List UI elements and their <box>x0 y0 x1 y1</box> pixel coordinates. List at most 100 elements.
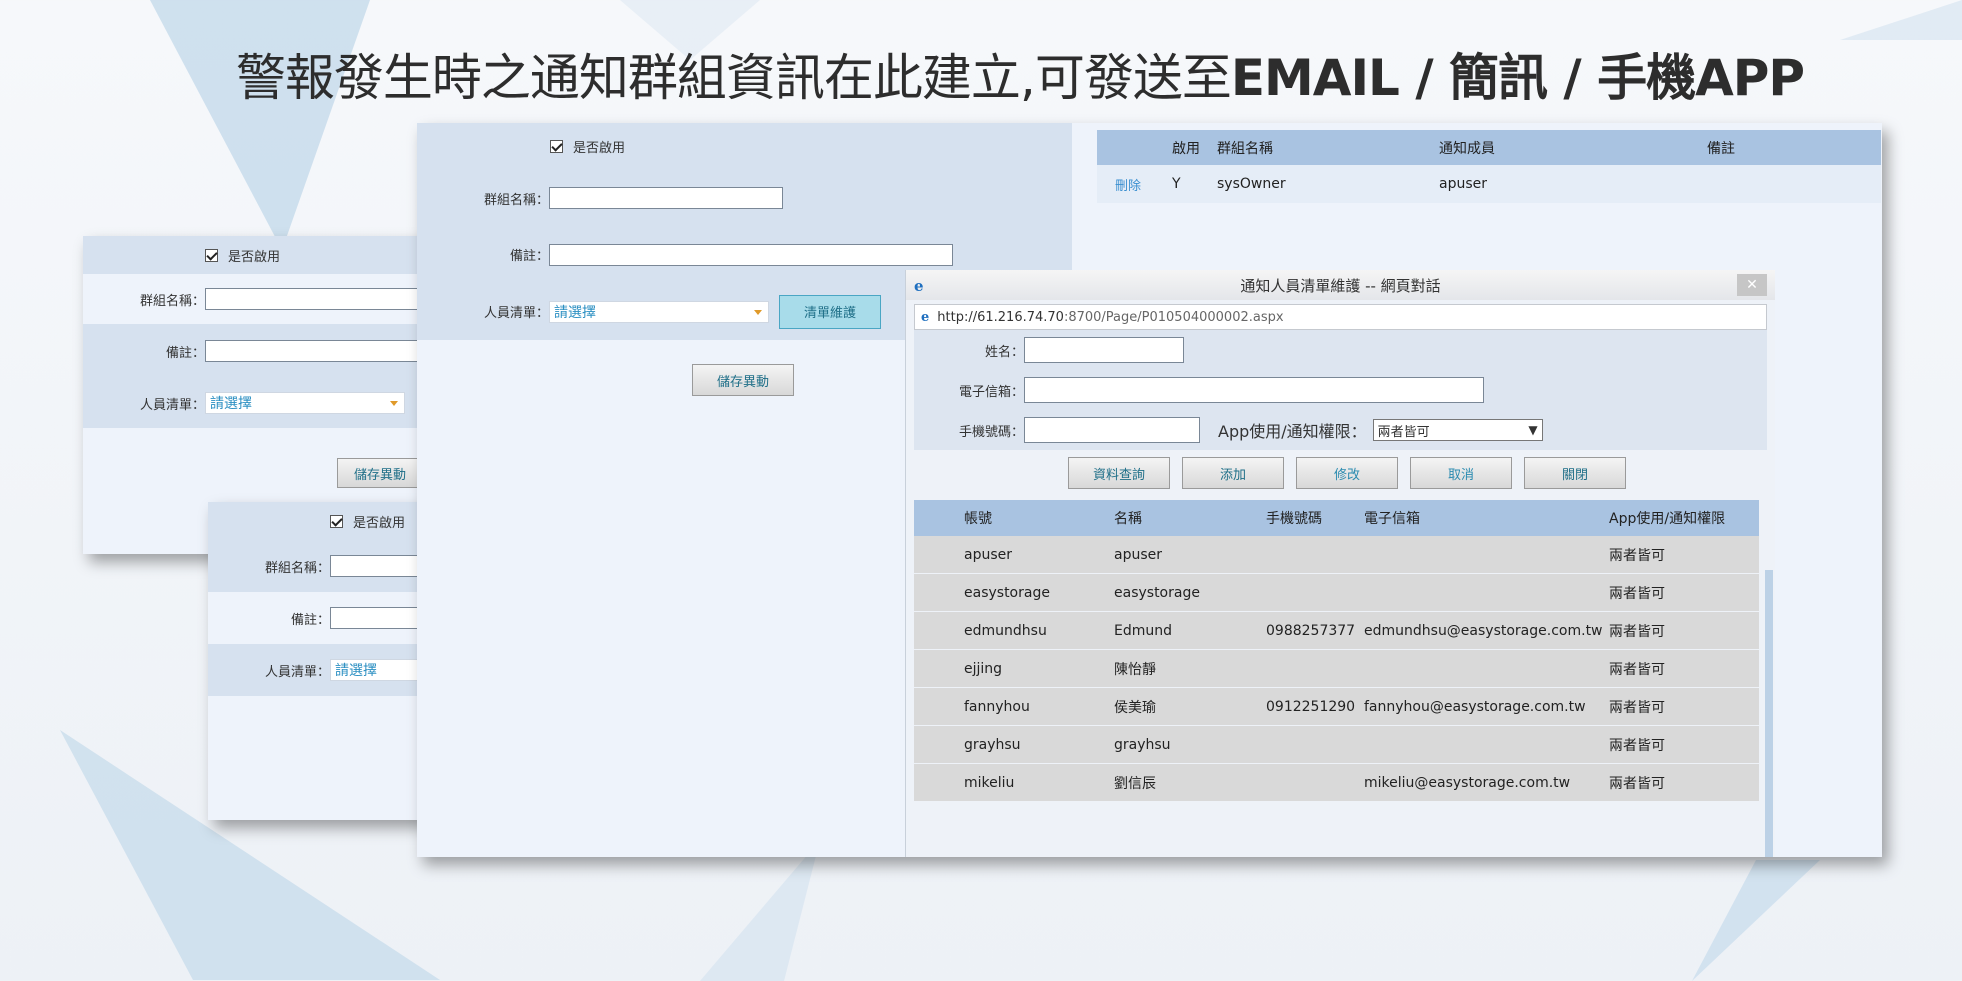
table-row[interactable]: apuser apuser 兩者皆可 <box>914 536 1759 574</box>
name-input[interactable] <box>1024 337 1184 363</box>
enable-checkbox[interactable] <box>550 140 563 153</box>
cell-name: grayhsu <box>1114 736 1171 753</box>
query-button[interactable]: 資料查詢 <box>1068 457 1170 489</box>
cell-name: apuser <box>1114 546 1163 563</box>
table-row[interactable]: grayhsu grayhsu 兩者皆可 <box>914 726 1759 764</box>
url-path: :8700/Page/P010504000002.aspx <box>1063 309 1284 325</box>
member-table-header: 帳號 名稱 手機號碼 電子信箱 App使用/通知權限 <box>914 500 1759 536</box>
member-list-select[interactable]: 請選擇 <box>330 659 420 681</box>
cell-account: grayhsu <box>964 736 1021 753</box>
dialog-title: 通知人員清單維護 -- 網頁對話 <box>1240 276 1441 295</box>
table-row: 刪除 Y sysOwner apuser <box>1097 165 1881 203</box>
url-host: http://61.216.74.70 <box>937 309 1064 325</box>
chevron-down-icon <box>754 309 762 315</box>
delete-link[interactable]: 刪除 <box>1097 175 1172 194</box>
member-list-select[interactable]: 請選擇 <box>549 300 769 323</box>
cell-email: edmundhsu@easystorage.com.tw <box>1364 622 1603 639</box>
group-name-label: 群組名稱： <box>483 192 549 208</box>
app-permission-select[interactable]: 兩者皆可 ▼ <box>1372 419 1543 441</box>
col-remark: 備註 <box>1707 140 1735 157</box>
browser-icon: e <box>921 309 930 325</box>
cell-name: 劉信辰 <box>1114 775 1156 792</box>
cell-account: easystorage <box>964 584 1050 601</box>
name-row: 姓名： <box>914 330 1767 370</box>
remark-input[interactable] <box>549 243 953 266</box>
cell-account: mikeliu <box>964 774 1015 791</box>
cell-permission: 兩者皆可 <box>1609 547 1665 564</box>
group-name-input[interactable] <box>205 288 420 310</box>
maintain-list-button[interactable]: 清單維護 <box>779 294 881 329</box>
remark-label: 備註： <box>509 249 549 264</box>
cell-phone: 0912251290 <box>1266 698 1356 715</box>
row-group-name: sysOwner <box>1217 176 1286 192</box>
save-button[interactable]: 儲存異動 <box>692 364 794 396</box>
enable-label: 是否啟用 <box>228 249 281 265</box>
chevron-down-icon <box>390 401 398 406</box>
url-bar: e http://61.216.74.70:8700/Page/P0105040… <box>914 304 1767 330</box>
enable-checkbox[interactable] <box>330 514 343 528</box>
table-row[interactable]: easystorage easystorage 兩者皆可 <box>914 574 1759 612</box>
background-shard <box>700 840 820 981</box>
cell-permission: 兩者皆可 <box>1609 737 1665 754</box>
headline-lead: 警報發生時之通知群組資訊在此建立,可發送至 <box>235 49 1232 107</box>
cell-account: apuser <box>964 546 1013 563</box>
group-form-card-back: 是否啟用 群組名稱： 備註： 人員清單： 請選擇 <box>208 502 423 820</box>
cell-email: mikeliu@easystorage.com.tw <box>1364 774 1571 791</box>
cell-permission: 兩者皆可 <box>1609 775 1665 792</box>
table-row[interactable]: fannyhou 侯美瑜 0912251290 fannyhou@easysto… <box>914 688 1759 726</box>
group-name-input[interactable] <box>330 555 420 577</box>
cell-permission: 兩者皆可 <box>1609 661 1665 678</box>
cell-account: fannyhou <box>964 698 1030 715</box>
member-list-select[interactable]: 請選擇 <box>205 392 405 414</box>
col-permission: App使用/通知權限 <box>1609 511 1726 527</box>
group-name-row: 群組名稱： <box>417 170 1072 226</box>
cell-name: 陳怡靜 <box>1114 661 1156 678</box>
enable-checkbox[interactable] <box>205 248 218 262</box>
row-enabled: Y <box>1172 176 1181 192</box>
scrollbar[interactable] <box>1765 570 1773 857</box>
col-name: 名稱 <box>1114 511 1142 527</box>
member-list-label: 人員清單： <box>264 664 330 680</box>
headline-channels: EMAIL / 簡訊 / 手機APP <box>1230 49 1805 107</box>
member-form: 姓名： 電子信箱： 手機號碼： App使用/通知權限： 兩者皆可 ▼ <box>914 330 1767 450</box>
close-button[interactable]: 關閉 <box>1524 457 1626 489</box>
name-label: 姓名： <box>984 344 1024 360</box>
table-row[interactable]: ejjing 陳怡靜 兩者皆可 <box>914 650 1759 688</box>
member-list-select-value: 請選擇 <box>210 396 252 412</box>
col-account: 帳號 <box>964 511 992 527</box>
remark-input[interactable] <box>330 607 420 629</box>
group-name-row: 群組名稱： <box>208 540 423 592</box>
cell-email: fannyhou@easystorage.com.tw <box>1364 698 1586 715</box>
cancel-button[interactable]: 取消 <box>1410 457 1512 489</box>
remark-label: 備註： <box>290 612 330 628</box>
edit-button[interactable]: 修改 <box>1296 457 1398 489</box>
table-row[interactable]: edmundhsu Edmund 0988257377 edmundhsu@ea… <box>914 612 1759 650</box>
email-row: 電子信箱： <box>914 370 1767 410</box>
background-shard <box>1692 860 1820 981</box>
add-button[interactable]: 添加 <box>1182 457 1284 489</box>
email-input[interactable] <box>1024 377 1484 403</box>
member-list-row: 人員清單： 請選擇 <box>83 378 423 428</box>
enable-label: 是否啟用 <box>573 141 626 156</box>
remark-row: 備註： <box>83 324 423 378</box>
background-shard <box>1840 0 1962 40</box>
chevron-down-icon: ▼ <box>1528 423 1538 437</box>
member-list-row: 人員清單： 請選擇 <box>208 644 423 696</box>
group-name-input[interactable] <box>549 187 783 209</box>
remark-input[interactable] <box>205 340 420 362</box>
table-row[interactable]: mikeliu 劉信辰 mikeliu@easystorage.com.tw 兩… <box>914 764 1759 802</box>
enable-row: 是否啟用 <box>417 123 1072 170</box>
browser-icon: e <box>914 277 924 295</box>
headline: 警報發生時之通知群組資訊在此建立,可發送至EMAIL / 簡訊 / 手機APP <box>0 38 1962 110</box>
cell-name: Edmund <box>1114 622 1173 639</box>
col-group-name: 群組名稱 <box>1217 140 1273 157</box>
close-icon[interactable]: ✕ <box>1737 274 1767 296</box>
app-permission-value: 兩者皆可 <box>1377 424 1430 440</box>
phone-input[interactable] <box>1024 417 1200 443</box>
group-name-row: 群組名稱： <box>83 274 423 324</box>
col-members: 通知成員 <box>1439 140 1495 157</box>
group-name-label: 群組名稱： <box>264 560 330 576</box>
col-enabled: 啟用 <box>1172 140 1200 157</box>
remark-row: 備註： <box>208 592 423 644</box>
save-button[interactable]: 儲存異動 <box>337 458 423 488</box>
